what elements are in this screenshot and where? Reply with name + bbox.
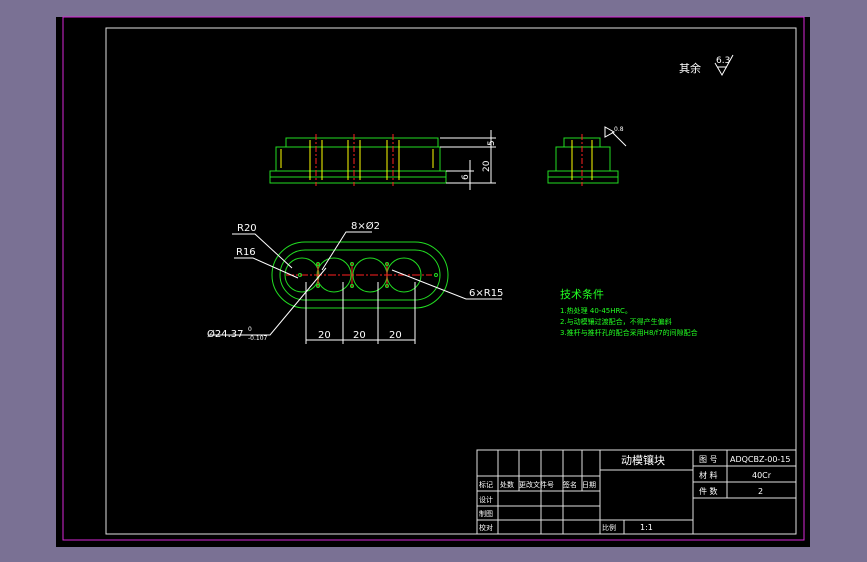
rev-header: 更改文件号 [519, 480, 554, 489]
tech-item: 2.与动模镶过渡配合，不得产生偏斜 [560, 317, 672, 326]
design-label: 设计 [479, 495, 493, 504]
label-r20: R20 [237, 223, 257, 234]
material-label: 材 料 [699, 470, 718, 480]
label-holes: 8×Ø2 [351, 220, 380, 232]
end-view-roughness: 0.8 [614, 126, 624, 133]
finish-value: 6.3 [716, 56, 730, 66]
drawing-no-label: 图 号 [699, 455, 718, 464]
rev-header: 处数 [500, 480, 514, 489]
dim-bottom: 6 [461, 174, 471, 180]
rev-header: 标记 [479, 480, 493, 489]
spacing-1: 20 [318, 330, 331, 341]
draft-label: 制图 [479, 509, 493, 518]
dim-mid: 20 [482, 160, 492, 172]
spacing-2: 20 [353, 330, 366, 341]
material: 40Cr [752, 471, 772, 480]
part-name: 动模镶块 [621, 453, 665, 467]
drawing-canvas [56, 17, 810, 547]
drawing-no: ADQCBZ-00-15 [730, 455, 790, 464]
check-label: 校对 [479, 523, 493, 532]
dim-top: 5 [487, 140, 497, 146]
rev-header: 签名 [563, 480, 577, 489]
finish-prefix: 其余 [679, 61, 701, 75]
scale-label: 比例 [602, 523, 616, 532]
scale: 1:1 [640, 523, 653, 532]
label-r15: 6×R15 [469, 288, 503, 299]
tech-title: 技术条件 [560, 287, 604, 301]
tech-item: 3.推杆与推杆孔的配合采用H8/f7的间隙配合 [560, 328, 698, 337]
spacing-3: 20 [389, 330, 402, 341]
tol-lower: -0.107 [248, 335, 268, 342]
tol-upper: 0 [248, 326, 252, 333]
qty: 2 [758, 487, 763, 496]
label-r16: R16 [236, 247, 256, 258]
rev-header: 日期 [582, 481, 596, 489]
label-dia: Ø24.37 [207, 328, 244, 340]
qty-label: 件 数 [699, 486, 718, 496]
cad-viewport[interactable]: 其余 6.3 5 20 6 0.8 R20 R16 8×Ø2 6×R15 Ø24… [0, 0, 867, 562]
tech-item: 1.热处理 40-45HRC。 [560, 306, 632, 315]
